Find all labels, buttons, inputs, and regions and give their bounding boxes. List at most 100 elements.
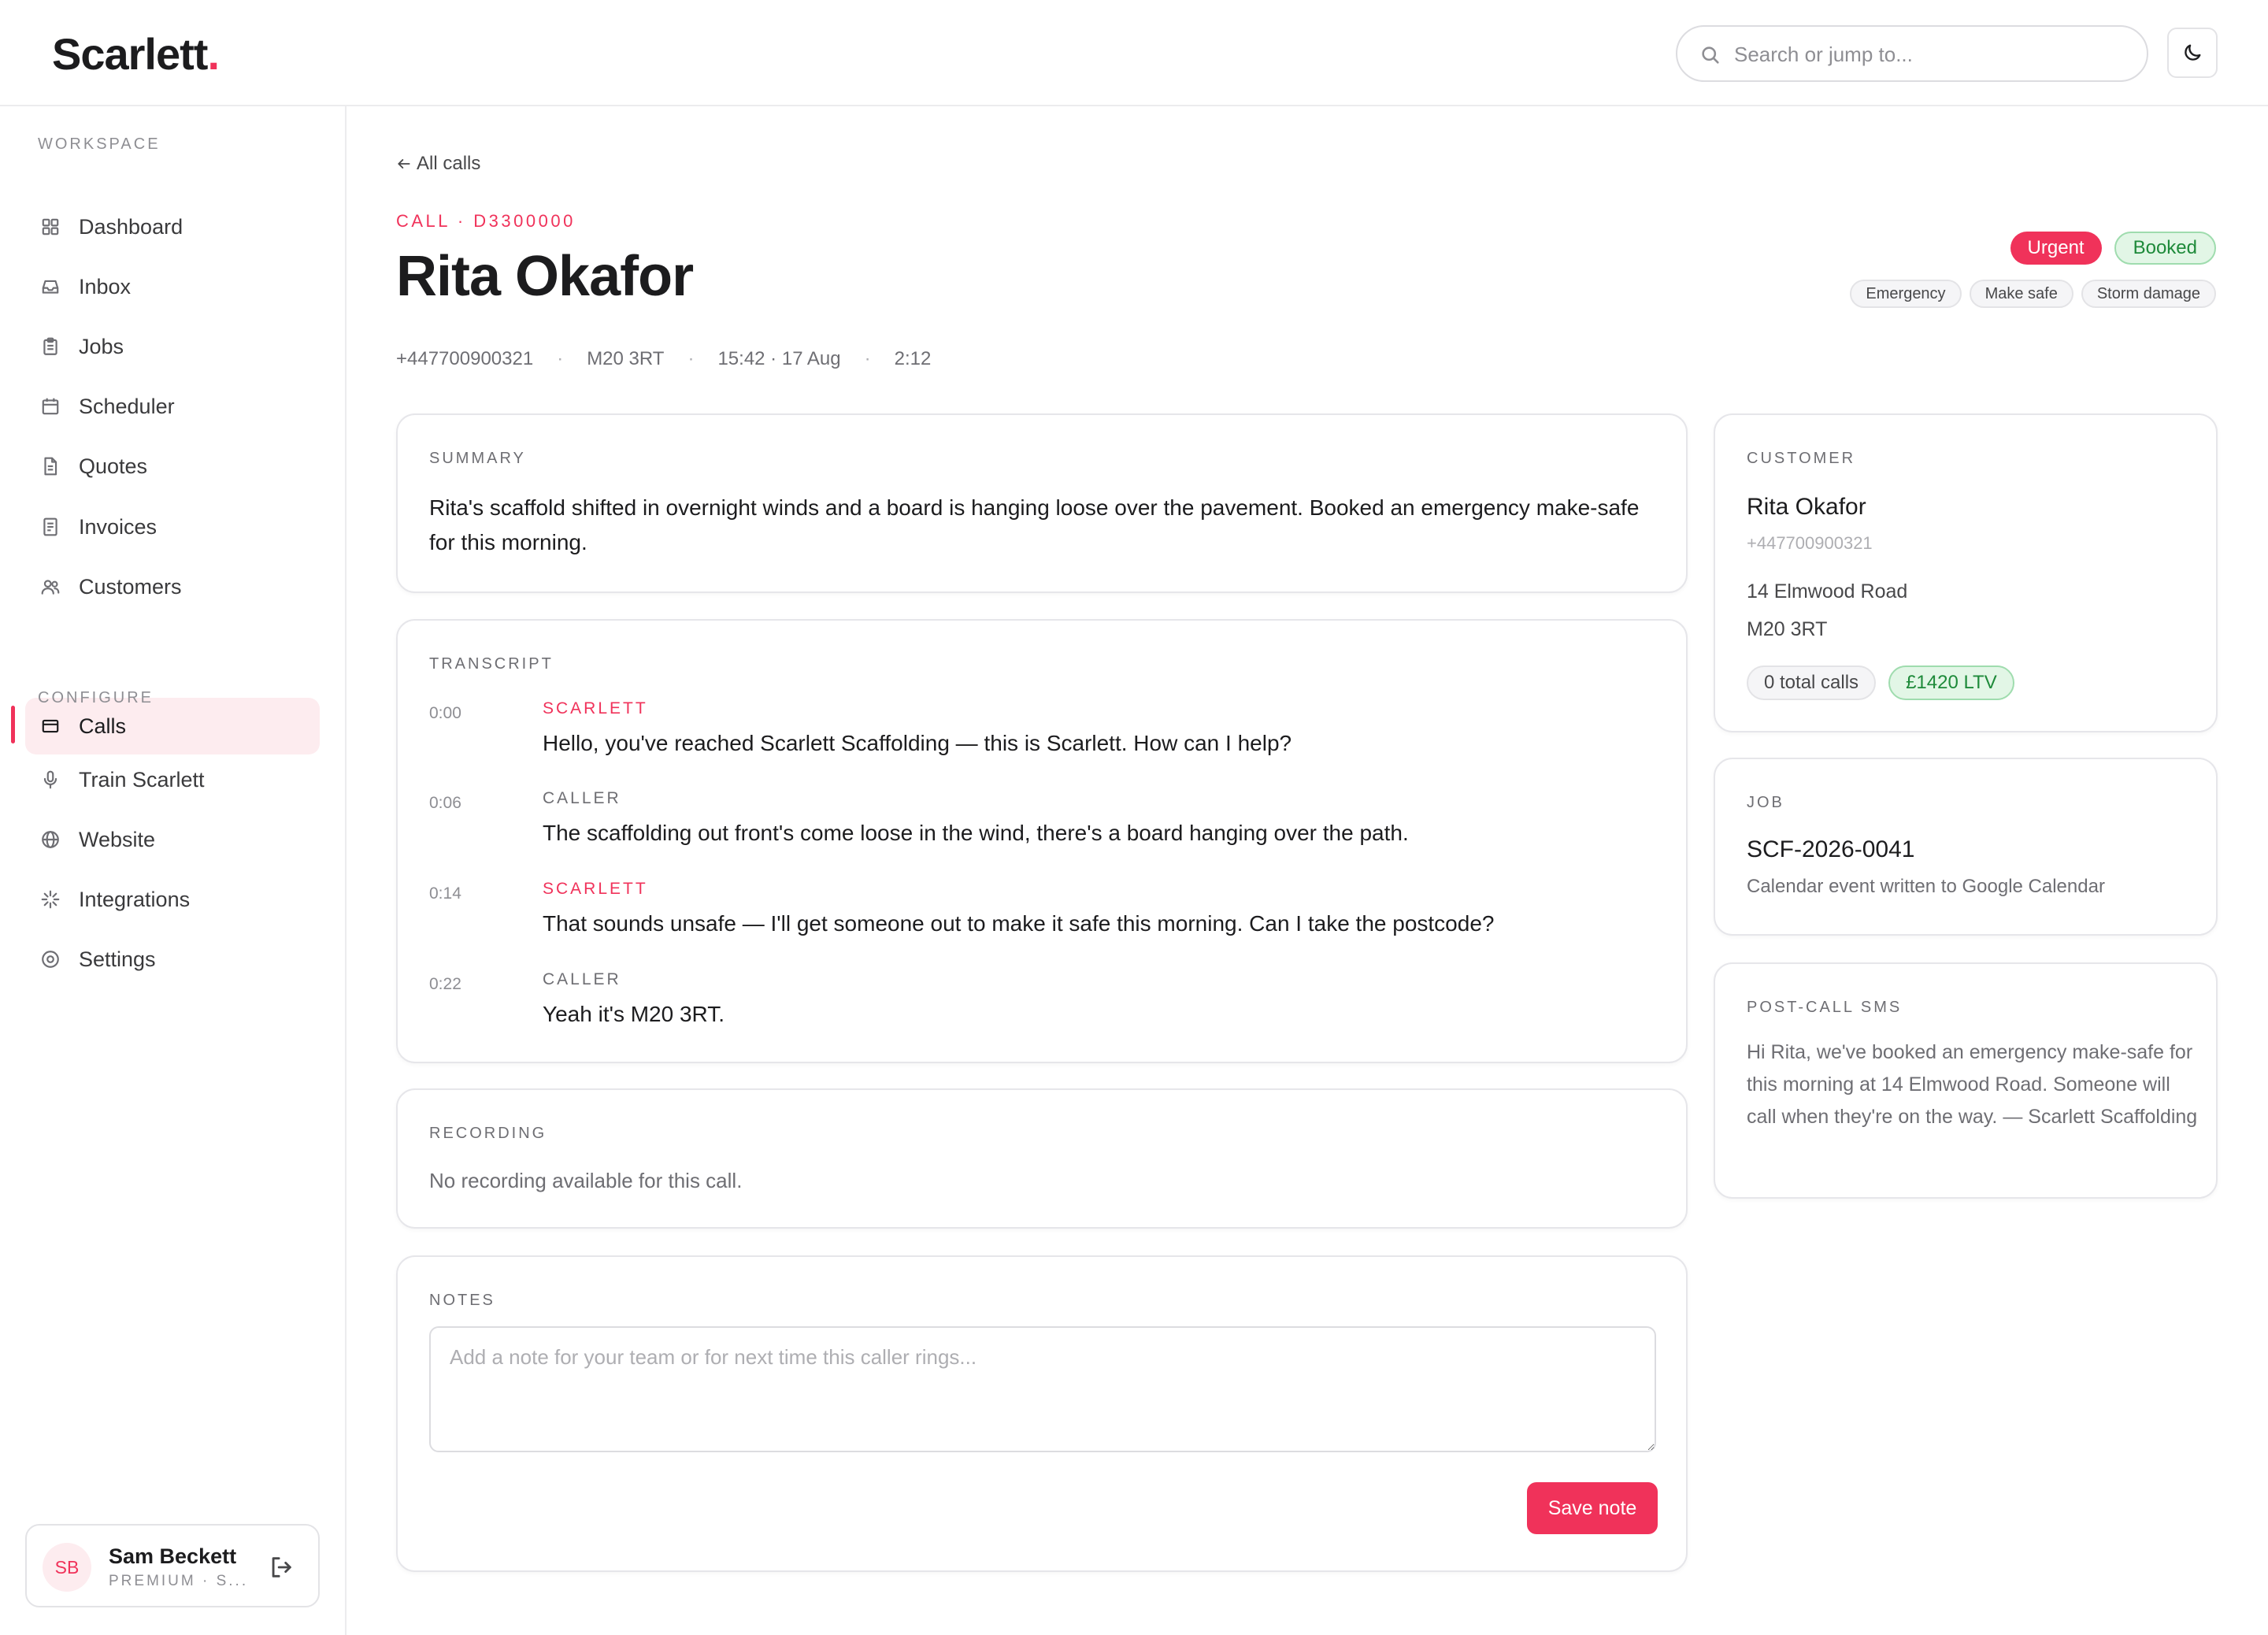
status-badge-booked: Booked	[2114, 232, 2216, 265]
sms-message: Hi Rita, we've booked an emergency make-…	[1747, 1041, 2198, 1128]
job-calendar-status: Calendar event written to Google Calenda…	[1747, 876, 2105, 897]
sparkle-icon	[39, 888, 61, 910]
sms-label: POST-CALL SMS	[1747, 999, 1903, 1016]
meta-separator: ·	[864, 348, 871, 369]
settings-icon	[39, 948, 61, 970]
search-box[interactable]	[1676, 25, 2148, 82]
avatar: SB	[43, 1543, 91, 1592]
recording-label: RECORDING	[429, 1125, 547, 1142]
sidebar-item-invoices[interactable]: Invoices	[25, 499, 320, 555]
ltv-badge: £1420 LTV	[1888, 665, 2014, 700]
user-plan: PREMIUM · S...	[109, 1573, 249, 1589]
sidebar-item-label: Website	[79, 827, 156, 851]
tag: Storm damage	[2081, 280, 2216, 308]
status-badge-urgent: Urgent	[2010, 232, 2102, 265]
logout-icon[interactable]	[268, 1554, 295, 1581]
back-link[interactable]: All calls	[396, 153, 480, 175]
notes-label: NOTES	[429, 1292, 495, 1309]
sidebar-item-label: Customers	[79, 574, 182, 599]
search-icon	[1702, 46, 1719, 64]
status-badges: Urgent Booked	[2010, 232, 2216, 265]
globe-icon	[39, 829, 61, 851]
customer-phone: +447700900321	[1747, 533, 1873, 553]
sidebar-item-label: Calls	[79, 714, 127, 738]
calendar-icon	[39, 395, 61, 417]
summary-text: Rita's scaffold shifted in overnight win…	[429, 495, 1640, 554]
customer-name[interactable]: Rita Okafor	[1747, 494, 1866, 521]
job-card: JOB SCF-2026-0041 Calendar event written…	[1714, 758, 2218, 936]
sidebar-item-inbox[interactable]: Inbox	[25, 258, 320, 315]
job-label: JOB	[1747, 794, 1784, 811]
transcript-text: That sounds unsafe — I'll get someone ou…	[543, 911, 1495, 936]
sidebar-item-train-scarlett[interactable]: Train Scarlett	[25, 751, 320, 808]
receipt-icon	[39, 516, 61, 538]
job-reference[interactable]: SCF-2026-0041	[1747, 836, 1914, 863]
sms-card: POST-CALL SMS Hi Rita, we've booked an e…	[1714, 962, 2218, 1199]
call-meta: +447700900321 · M20 3RT · 15:42 · 17 Aug…	[396, 348, 931, 370]
call-id: CALL · D3300000	[396, 211, 576, 231]
meta-phone: +447700900321	[396, 348, 534, 369]
total-calls-badge: 0 total calls	[1747, 665, 1877, 700]
notes-card: NOTES Save note	[396, 1255, 1688, 1572]
transcript-speaker: CALLER	[543, 789, 621, 807]
meta-duration: 2:12	[894, 348, 932, 369]
users-icon	[39, 576, 61, 598]
notes-textarea[interactable]	[429, 1326, 1656, 1452]
page-title: Rita Okafor	[396, 245, 694, 308]
moon-icon	[2185, 44, 2201, 61]
sidebar-item-label: Integrations	[79, 887, 191, 911]
tag: Make safe	[1969, 280, 2073, 308]
card-icon	[39, 715, 61, 737]
sidebar-item-label: Dashboard	[79, 214, 183, 239]
sidebar-item-dashboard[interactable]: Dashboard	[25, 198, 320, 255]
sidebar-item-customers[interactable]: Customers	[25, 558, 320, 615]
app-logo[interactable]: Scarlett.	[52, 28, 220, 80]
grid-icon	[39, 216, 61, 238]
transcript-card: TRANSCRIPT 0:00 SCARLETT Hello, you've r…	[396, 619, 1688, 1063]
customer-label: CUSTOMER	[1747, 450, 1856, 467]
search-input[interactable]	[1734, 35, 2128, 74]
transcript-time: 0:22	[429, 975, 461, 993]
sidebar-item-integrations[interactable]: Integrations	[25, 871, 320, 928]
sidebar-item-label: Inbox	[79, 274, 132, 298]
sidebar-item-scheduler[interactable]: Scheduler	[25, 378, 320, 435]
active-indicator	[11, 706, 15, 743]
sidebar-item-label: Settings	[79, 947, 156, 971]
logo-dot: .	[207, 29, 220, 79]
sidebar: WORKSPACE Dashboard Inbox Jobs Scheduler…	[0, 106, 346, 1635]
customer-address-line1: 14 Elmwood Road	[1747, 580, 1908, 602]
sidebar-item-website[interactable]: Website	[25, 811, 320, 868]
clipboard-icon	[39, 336, 61, 358]
meta-postcode: M20 3RT	[587, 348, 665, 369]
user-card[interactable]: SB Sam Beckett PREMIUM · S...	[25, 1524, 320, 1607]
summary-card: SUMMARY Rita's scaffold shifted in overn…	[396, 413, 1688, 593]
summary-label: SUMMARY	[429, 450, 526, 467]
recording-card: RECORDING No recording available for thi…	[396, 1088, 1688, 1229]
tag: Emergency	[1850, 280, 1962, 308]
transcript-speaker: CALLER	[543, 970, 621, 988]
save-note-button[interactable]: Save note	[1527, 1482, 1658, 1534]
transcript-time: 0:00	[429, 704, 461, 722]
sidebar-item-quotes[interactable]: Quotes	[25, 438, 320, 495]
meta-separator: ·	[557, 348, 564, 369]
customer-stats: 0 total calls £1420 LTV	[1747, 665, 2014, 700]
transcript-text: Hello, you've reached Scarlett Scaffoldi…	[543, 731, 1292, 755]
transcript-speaker: SCARLETT	[543, 880, 648, 898]
meta-separator: ·	[687, 348, 695, 369]
theme-toggle-button[interactable]	[2167, 28, 2218, 78]
user-name: Sam Beckett	[109, 1544, 237, 1568]
sidebar-item-label: Scheduler	[79, 394, 175, 418]
meta-time: 15:42 · 17 Aug	[717, 348, 841, 369]
tag-list: Emergency Make safe Storm damage	[1850, 280, 2216, 308]
customer-address-line2: M20 3RT	[1747, 618, 1828, 640]
sidebar-item-jobs[interactable]: Jobs	[25, 318, 320, 375]
sidebar-item-label: Invoices	[79, 514, 158, 539]
microphone-icon	[39, 769, 61, 791]
transcript-text: Yeah it's M20 3RT.	[543, 1002, 725, 1026]
arrow-left-icon	[398, 159, 410, 169]
logo-text: Scarlett	[52, 29, 208, 79]
transcript-label: TRANSCRIPT	[429, 655, 554, 673]
sidebar-item-settings[interactable]: Settings	[25, 931, 320, 988]
customer-card: CUSTOMER Rita Okafor +447700900321 14 El…	[1714, 413, 2218, 732]
sidebar-item-label: Quotes	[79, 454, 148, 478]
